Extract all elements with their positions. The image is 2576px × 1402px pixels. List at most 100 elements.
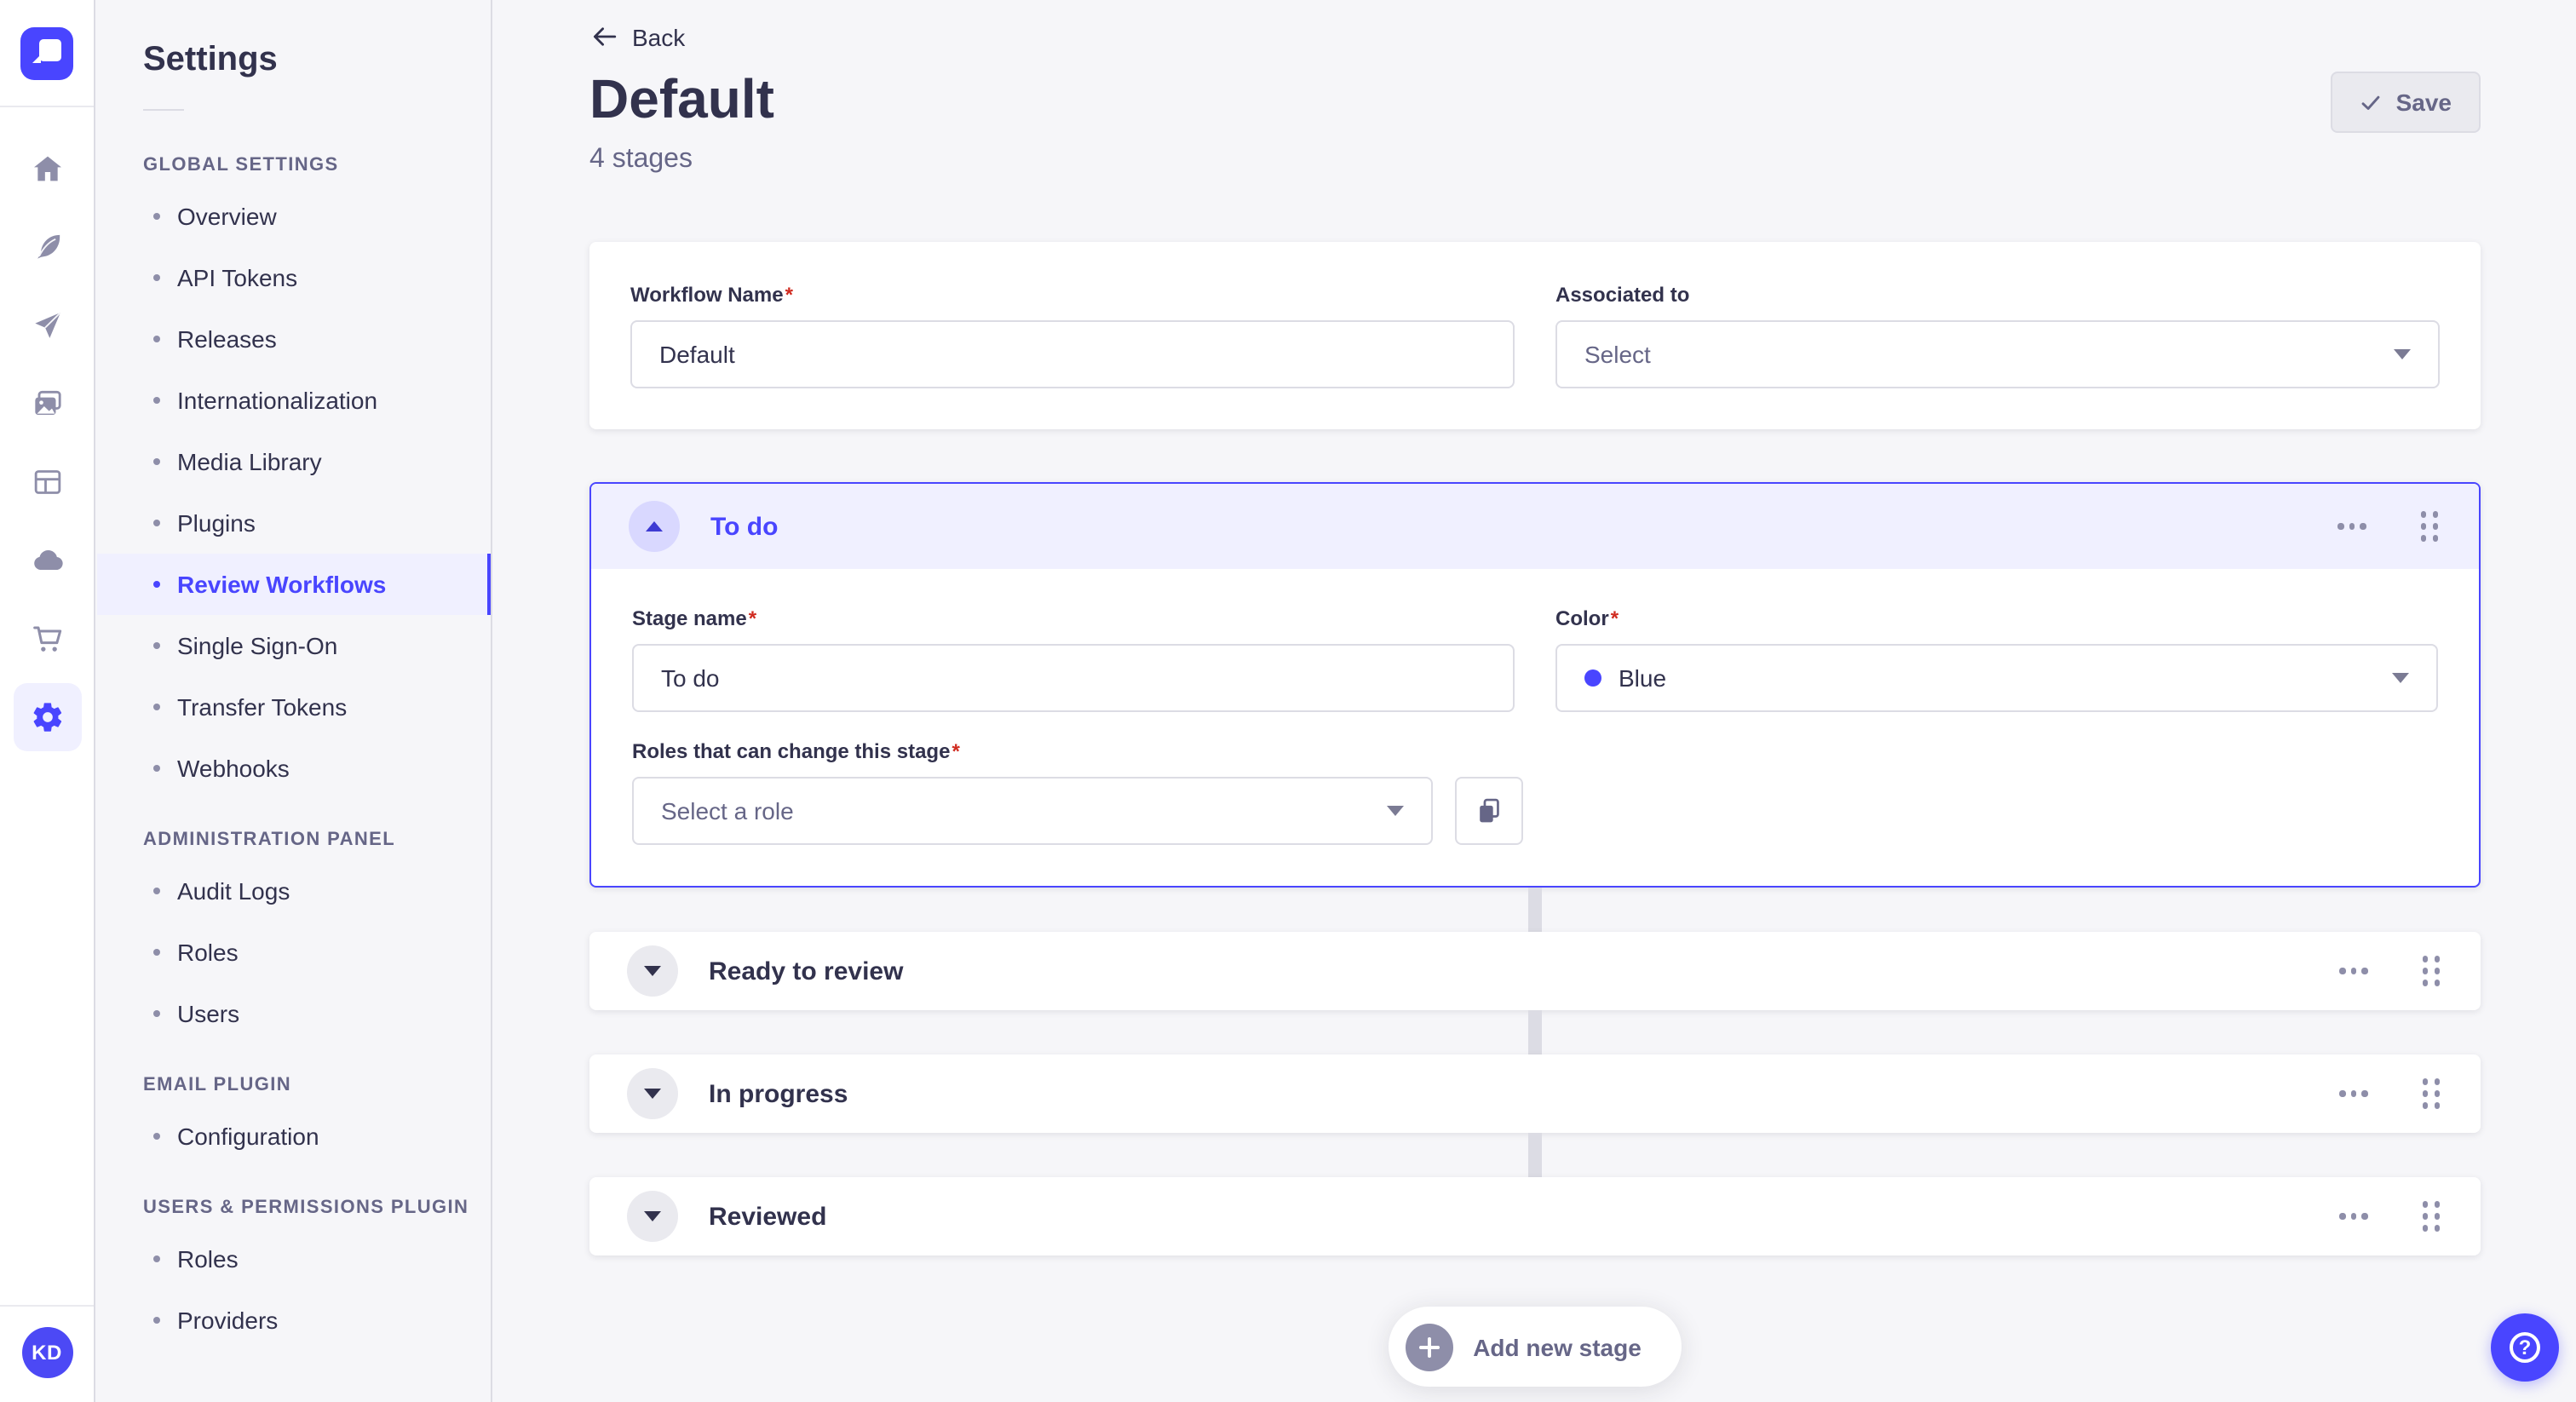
associated-to-select[interactable]: Select [1555,320,2440,388]
stage-panel-to-do: To do Stage name* Color* [589,482,2481,888]
bullet-icon [153,213,160,220]
send-plane-icon[interactable] [13,291,81,359]
stage-connector-line [1528,1010,1542,1054]
stage-options-menu-icon[interactable] [2332,1207,2374,1227]
section-label-global-settings: GLOBAL SETTINGS [143,155,339,175]
bullet-icon [153,704,160,710]
sidebar-item-admin-roles[interactable]: Roles [97,922,491,983]
associated-to-label: Associated to [1555,283,1690,307]
sidebar-item-label: Roles [177,1245,239,1273]
stage-row-in-progress[interactable]: In progress [589,1054,2481,1133]
sidebar-item-releases[interactable]: Releases [97,308,491,370]
drag-handle-icon[interactable] [2413,505,2445,549]
sidebar-item-label: API Tokens [177,264,298,291]
check-icon [2362,95,2380,109]
sidebar-item-label: Webhooks [177,755,290,782]
bullet-icon [153,642,160,649]
question-mark-icon: ? [2510,1332,2540,1363]
save-label: Save [2395,89,2452,116]
nav-rail: KD [0,0,95,1402]
stage-color-field-group: Color * Blue [1555,606,2438,712]
stage-row-reviewed[interactable]: Reviewed [589,1177,2481,1255]
bullet-icon [153,581,160,588]
sidebar-item-webhooks[interactable]: Webhooks [97,738,491,799]
save-button[interactable]: Save [2331,72,2481,133]
rail-icon-list [13,135,81,751]
chevron-down-icon [2394,349,2411,359]
settings-gear-icon[interactable] [13,683,81,751]
section-label-users-permissions-plugin: USERS & PERMISSIONS PLUGIN [143,1198,469,1218]
workflow-name-input[interactable] [630,320,1515,388]
bullet-icon [153,1133,160,1140]
drag-handle-icon[interactable] [2415,950,2447,993]
sidebar-item-single-sign-on[interactable]: Single Sign-On [97,615,491,676]
sidebar-item-audit-logs[interactable]: Audit Logs [97,860,491,922]
bullet-icon [153,520,160,526]
roles-select[interactable]: Select a role [632,777,1433,845]
color-swatch-blue [1584,669,1601,687]
stage-body: Stage name* Color* Blue Roles that [591,569,2479,886]
stage-connector-line [1528,888,1542,932]
roles-label: Roles that can change this stage * [632,739,960,763]
color-label: Color * [1555,606,1619,630]
drag-handle-icon[interactable] [2415,1072,2447,1116]
back-label: Back [632,23,686,50]
sidebar-item-label: Configuration [177,1123,319,1150]
help-button[interactable]: ? [2491,1313,2559,1382]
workflow-form-card: Workflow Name* Associated to Select [589,242,2481,429]
bullet-icon [153,949,160,956]
sidebar-item-label: Single Sign-On [177,632,338,659]
expand-stage-button[interactable] [627,945,678,997]
sidebar-item-label: Releases [177,325,277,353]
marketplace-cart-icon[interactable] [13,605,81,673]
sidebar-item-label: Audit Logs [177,877,290,905]
sidebar-item-plugins[interactable]: Plugins [97,492,491,554]
sidebar-item-configuration[interactable]: Configuration [97,1106,491,1167]
add-new-stage-button[interactable]: Add new stage [1388,1307,1682,1387]
chevron-down-icon [644,966,661,976]
bullet-icon [153,765,160,772]
sidebar-item-transfer-tokens[interactable]: Transfer Tokens [97,676,491,738]
home-icon[interactable] [13,135,81,203]
duplicate-stage-button[interactable] [1455,777,1523,845]
sidebar-item-media-library[interactable]: Media Library [97,431,491,492]
bullet-icon [153,1317,160,1324]
main-content: Back Default Save 4 stages Workflow Name… [494,0,2576,1402]
bullet-icon [153,1010,160,1017]
drag-handle-icon[interactable] [2415,1195,2447,1238]
sidebar-item-api-tokens[interactable]: API Tokens [97,247,491,308]
stage-options-menu-icon[interactable] [2332,1084,2374,1104]
stage-header-to-do[interactable]: To do [591,484,2479,569]
collapse-stage-button[interactable] [629,501,680,552]
back-link[interactable]: Back [589,0,685,51]
required-asterisk: * [1610,606,1619,630]
content-type-builder-icon[interactable] [13,448,81,516]
bullet-icon [153,888,160,894]
stage-name-input[interactable] [632,644,1515,712]
stage-name-label: Stage name * [632,606,757,630]
media-library-icon[interactable] [13,370,81,438]
sidebar-item-overview[interactable]: Overview [97,186,491,247]
cloud-icon[interactable] [13,526,81,595]
expand-stage-button[interactable] [627,1191,678,1242]
stage-options-menu-icon[interactable] [2331,517,2372,537]
stage-options-menu-icon[interactable] [2332,962,2374,981]
add-stage-label: Add new stage [1473,1333,1642,1360]
sidebar-item-review-workflows[interactable]: Review Workflows [97,554,491,615]
bullet-icon [153,397,160,404]
content-manager-feather-icon[interactable] [13,213,81,281]
sidebar-item-label: Plugins [177,509,256,537]
sidebar-item-providers[interactable]: Providers [97,1290,491,1351]
required-asterisk: * [785,283,793,307]
strapi-logo-icon[interactable] [20,26,73,79]
sidebar-item-up-roles[interactable]: Roles [97,1228,491,1290]
user-avatar[interactable]: KD [21,1327,72,1378]
stage-title: Reviewed [709,1202,827,1231]
sidebar-item-users[interactable]: Users [97,983,491,1044]
expand-stage-button[interactable] [627,1068,678,1119]
sidebar-item-internationalization[interactable]: Internationalization [97,370,491,431]
associated-to-field-group: Associated to Select [1555,283,2440,388]
section-label-email-plugin: EMAIL PLUGIN [143,1075,292,1095]
stage-row-ready-to-review[interactable]: Ready to review [589,932,2481,1010]
color-select[interactable]: Blue [1555,644,2438,712]
